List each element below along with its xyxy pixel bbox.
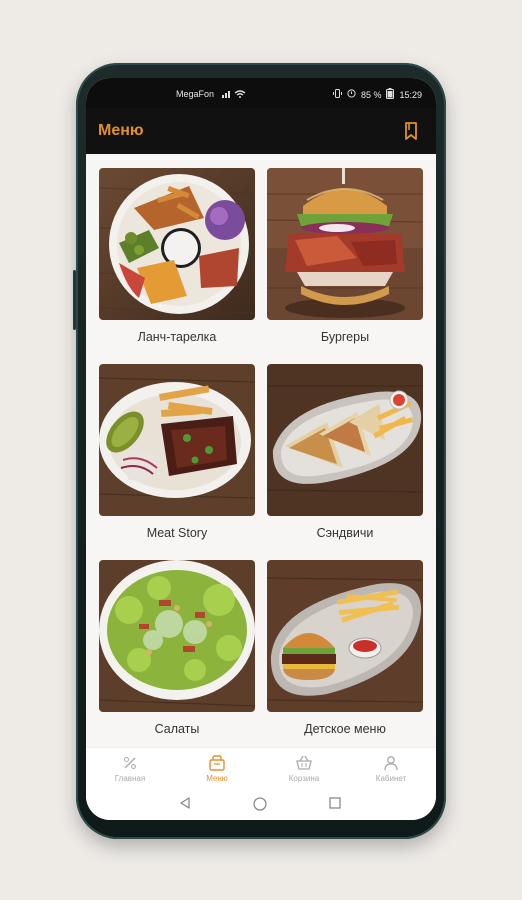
category-label: Салаты [154, 722, 200, 736]
category-label: Ланч-тарелка [137, 330, 217, 344]
tab-account[interactable]: Кабинет [361, 754, 421, 783]
meat-story-image [99, 364, 255, 516]
back-icon[interactable] [178, 796, 192, 815]
vibrate-icon [332, 89, 342, 100]
category-card-meat-story[interactable]: Meat Story [99, 364, 255, 540]
system-nav-bar [86, 791, 436, 820]
clock: 15:29 [399, 89, 422, 100]
kids-menu-image [267, 560, 423, 712]
bottom-tab-bar: Главная Меню Корзина Кабинет [86, 747, 436, 792]
sandwiches-image [267, 364, 423, 516]
percent-icon [100, 754, 160, 772]
battery-icon [386, 88, 395, 101]
phone-side-button [73, 270, 76, 330]
category-card-lunch-plate[interactable]: Ланч-тарелка [99, 168, 255, 344]
user-icon [361, 754, 421, 772]
status-bar: MegaFon 85 % 15:29 [86, 78, 436, 108]
salads-image [99, 560, 255, 712]
tab-label: Кабинет [375, 774, 407, 783]
page-title: Меню [98, 122, 144, 139]
category-card-sandwiches[interactable]: Сэндвичи [267, 364, 423, 540]
menu-bag-icon [187, 754, 247, 772]
battery-saver-icon [347, 89, 356, 100]
phone-screen: MegaFon 85 % 15:29 Меню Ланч-тарелка Бур… [86, 78, 436, 820]
carrier-name: MegaFon [176, 89, 215, 99]
bookmark-icon[interactable] [402, 121, 420, 141]
tab-label: Корзина [288, 774, 320, 783]
tab-menu[interactable]: Меню [187, 754, 247, 783]
tab-label: Меню [206, 774, 228, 783]
tab-basket[interactable]: Корзина [274, 754, 334, 783]
category-label: Бургеры [320, 330, 370, 344]
lunch-plate-image [99, 168, 255, 320]
category-label: Meat Story [146, 526, 208, 540]
home-icon[interactable] [252, 796, 268, 817]
category-card-kids-menu[interactable]: Детское меню [267, 560, 423, 736]
basket-icon [274, 754, 334, 772]
tab-home[interactable]: Главная [100, 754, 160, 783]
category-label: Сэндвичи [316, 526, 374, 540]
battery-percent: 85 % [360, 89, 382, 100]
recents-icon[interactable] [328, 796, 342, 815]
category-grid: Ланч-тарелка Бургеры Meat Story Сэндвичи… [86, 154, 436, 747]
app-bar: Меню [86, 108, 436, 154]
category-label: Детское меню [304, 722, 386, 736]
burgers-image [267, 168, 423, 320]
status-right: 85 % 15:29 [332, 88, 422, 101]
tab-label: Главная [114, 774, 146, 783]
category-card-salads[interactable]: Салаты [99, 560, 255, 736]
category-card-burgers[interactable]: Бургеры [267, 168, 423, 344]
signal-wifi-icon [222, 89, 246, 100]
